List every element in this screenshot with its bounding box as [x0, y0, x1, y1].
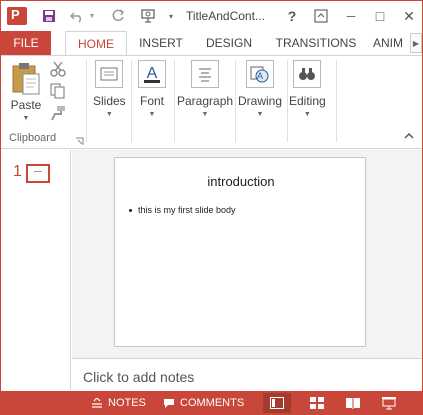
editing-icon: [293, 60, 322, 88]
undo-icon[interactable]: [67, 1, 87, 31]
reading-view-icon: [346, 397, 360, 409]
notes-pane[interactable]: Click to add notes: [72, 358, 422, 391]
powerpoint-logo-icon[interactable]: [7, 7, 27, 25]
drawing-icon: A: [246, 60, 274, 88]
minimize-button[interactable]: ─: [341, 1, 361, 31]
paste-label: Paste: [10, 98, 42, 112]
slide-body-text: this is my first slide body: [138, 205, 236, 215]
help-icon[interactable]: ?: [284, 1, 300, 31]
editing-label: Editing: [289, 94, 326, 108]
ribbon-tabs: FILE HOME INSERT DESIGN TRANSITIONS ANIM…: [1, 31, 422, 56]
undo-dropdown-icon[interactable]: ▼: [87, 1, 97, 31]
drawing-button[interactable]: A Drawing ▼: [238, 60, 282, 118]
notes-placeholder: Click to add notes: [83, 369, 195, 385]
svg-text:A: A: [257, 71, 263, 81]
copy-icon[interactable]: [49, 82, 69, 102]
clipboard-launcher-icon[interactable]: [75, 135, 84, 145]
ribbon-home: Paste ▼ Clipboard Slides ▼ A Font ▼ Para…: [1, 55, 422, 149]
tab-transitions[interactable]: TRANSITIONS: [270, 31, 362, 55]
font-icon: A: [138, 60, 166, 88]
slide-editor: introduction this is my first slide body: [72, 150, 422, 358]
comments-icon: [163, 398, 175, 409]
slide-body[interactable]: this is my first slide body: [129, 205, 236, 215]
paragraph-icon: [191, 60, 220, 88]
status-bar: NOTES COMMENTS: [1, 391, 422, 415]
comments-label: COMMENTS: [180, 397, 245, 409]
thumbnail-title-line: [34, 171, 42, 172]
ribbon-display-options-icon[interactable]: [311, 1, 331, 31]
notes-toggle-button[interactable]: NOTES: [91, 391, 146, 415]
slide-thumbnail-pane: 1: [1, 150, 71, 390]
font-label: Font: [139, 94, 164, 108]
slide-show-button[interactable]: [375, 393, 403, 413]
collapse-ribbon-icon[interactable]: [404, 132, 414, 143]
group-separator: [287, 60, 288, 142]
reading-view-button[interactable]: [339, 393, 367, 413]
maximize-button[interactable]: □: [370, 1, 390, 31]
tab-home[interactable]: HOME: [65, 31, 127, 56]
editing-button[interactable]: Editing ▼: [289, 60, 326, 118]
slides-label: Slides: [93, 94, 126, 108]
font-dropdown-icon[interactable]: ▼: [149, 111, 156, 118]
paste-button[interactable]: Paste ▼: [9, 60, 43, 122]
drawing-label: Drawing: [238, 94, 283, 108]
paragraph-label: Paragraph: [177, 94, 234, 108]
drawing-dropdown-icon[interactable]: ▼: [257, 111, 264, 118]
slideshow-from-beginning-icon[interactable]: [137, 1, 159, 31]
powerpoint-window: ▼ ▾ TitleAndCont... ? ─ □ ✕ FILE HOME IN…: [0, 0, 423, 415]
group-separator: [86, 60, 87, 142]
clipboard-group-label: Clipboard: [9, 132, 57, 144]
font-button[interactable]: A Font ▼: [138, 60, 166, 118]
tab-design[interactable]: DESIGN: [198, 31, 260, 55]
slide-thumbnail[interactable]: [26, 164, 50, 183]
close-button[interactable]: ✕: [399, 1, 419, 31]
slides-icon: [95, 60, 124, 88]
tab-scroll-right-icon[interactable]: ▶: [410, 33, 422, 53]
slide-title[interactable]: introduction: [115, 174, 367, 189]
title-bar: ▼ ▾ TitleAndCont... ? ─ □ ✕: [1, 1, 422, 31]
normal-view-button[interactable]: [263, 393, 291, 413]
group-separator: [235, 60, 236, 142]
normal-view-icon: [270, 397, 284, 409]
slides-button[interactable]: Slides ▼: [93, 60, 126, 118]
slide-sorter-view-button[interactable]: [303, 393, 331, 413]
cut-icon[interactable]: [49, 60, 69, 80]
notes-label: NOTES: [108, 397, 146, 409]
paragraph-dropdown-icon[interactable]: ▼: [202, 111, 209, 118]
paste-dropdown-icon[interactable]: ▼: [23, 115, 30, 122]
font-color-bar: [144, 80, 160, 83]
redo-icon[interactable]: [108, 1, 128, 31]
document-title: TitleAndCont...: [186, 9, 265, 23]
slide-show-icon: [382, 396, 396, 410]
slides-dropdown-icon[interactable]: ▼: [106, 111, 113, 118]
tab-insert[interactable]: INSERT: [132, 31, 190, 55]
slide-number: 1: [13, 163, 22, 180]
editing-dropdown-icon[interactable]: ▼: [304, 111, 311, 118]
group-separator: [174, 60, 175, 142]
customize-qat-icon[interactable]: ▾: [165, 1, 177, 31]
paragraph-button[interactable]: Paragraph ▼: [177, 60, 233, 118]
tab-file[interactable]: FILE: [1, 31, 51, 55]
paste-icon: [9, 60, 43, 96]
notes-icon: [91, 398, 103, 408]
bullet-icon: [129, 209, 132, 213]
group-separator: [336, 60, 337, 142]
slide-canvas[interactable]: introduction this is my first slide body: [114, 157, 366, 347]
group-separator: [131, 60, 132, 142]
comments-toggle-button[interactable]: COMMENTS: [163, 391, 244, 415]
slide-sorter-icon: [310, 397, 324, 409]
save-icon[interactable]: [39, 1, 59, 31]
tab-animations[interactable]: ANIM: [373, 31, 413, 55]
format-painter-icon[interactable]: [49, 104, 69, 124]
